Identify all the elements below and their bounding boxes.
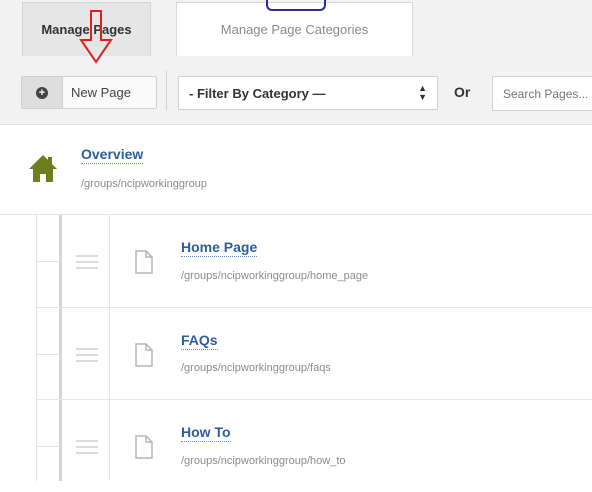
toolbar-divider: [166, 71, 167, 111]
document-icon: [135, 250, 153, 274]
new-page-button-label: New Page: [71, 85, 131, 100]
overview-path: /groups/ncipworkinggroup: [81, 178, 207, 190]
page-path-home-page: /groups/ncipworkinggroup/home_page: [181, 270, 369, 282]
annotation-box: [266, 0, 326, 11]
page-path-faqs: /groups/ncipworkinggroup/faqs: [181, 362, 331, 374]
tree-connector: [36, 446, 60, 447]
new-page-button-icon-area: +: [22, 77, 63, 108]
new-page-button[interactable]: + New Page: [21, 76, 157, 109]
overview-link[interactable]: Overview: [81, 146, 144, 164]
page-link-home-page[interactable]: Home Page: [181, 239, 258, 257]
drag-handle-icon[interactable]: [76, 348, 98, 362]
drag-handle-icon[interactable]: [76, 255, 98, 269]
search-pages-input[interactable]: [492, 76, 592, 111]
page-link-faqs[interactable]: FAQs: [181, 332, 218, 350]
tree-connector: [36, 354, 60, 355]
overview-row[interactable]: [0, 124, 592, 215]
filter-by-category-value: - Filter By Category —: [189, 85, 326, 101]
select-arrows-icon: ▲ ▼: [418, 83, 427, 102]
document-icon: [135, 435, 153, 459]
page-link-how-to[interactable]: How To: [181, 424, 231, 442]
tree-connector: [36, 261, 60, 262]
drag-handle-icon[interactable]: [76, 440, 98, 454]
plus-circle-icon: +: [36, 86, 48, 99]
filter-by-category-select[interactable]: - Filter By Category — ▲ ▼: [178, 76, 438, 110]
annotation-arrow: [79, 10, 113, 64]
home-icon: [29, 155, 57, 182]
page-path-how-to: /groups/ncipworkinggroup/how_to: [181, 455, 346, 467]
document-icon: [135, 343, 153, 367]
or-label: Or: [454, 84, 471, 100]
tab-manage-page-categories-label: Manage Page Categories: [220, 22, 369, 37]
